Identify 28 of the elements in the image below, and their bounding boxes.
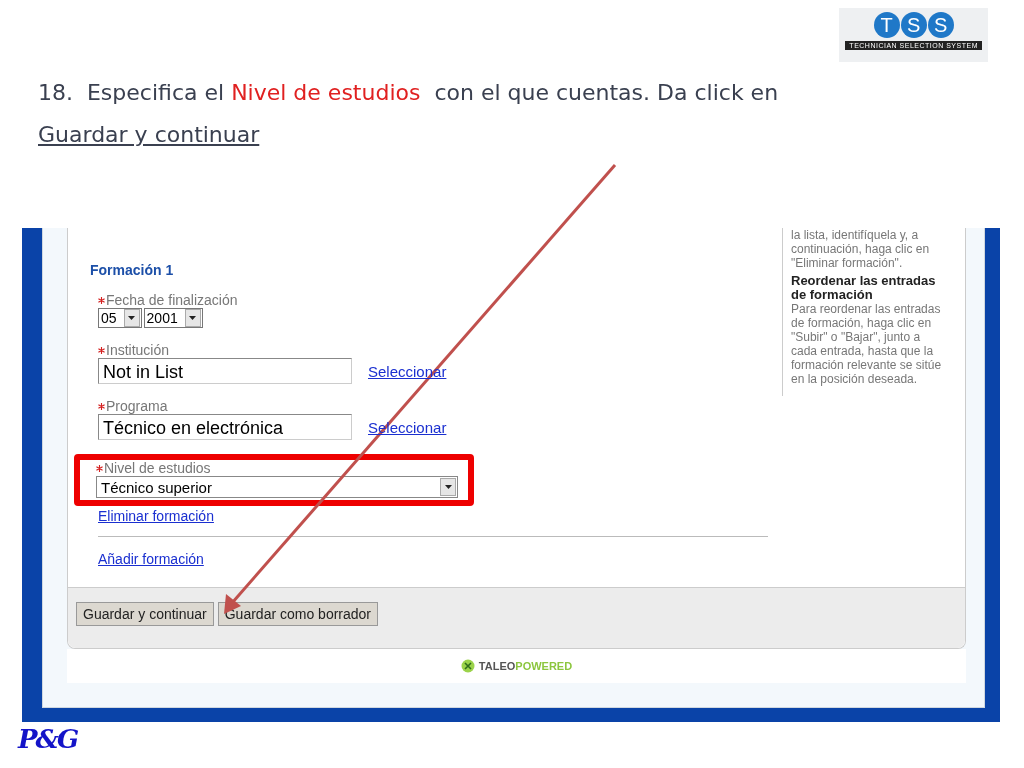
field-label: Programa: [106, 398, 168, 414]
logo-letter: S: [927, 12, 954, 38]
remove-link[interactable]: Eliminar formación: [98, 508, 214, 524]
level-dropdown[interactable]: Técnico superior: [96, 476, 458, 498]
year-dropdown[interactable]: 2001: [143, 308, 203, 328]
instruction-link[interactable]: Guardar y continuar: [38, 122, 260, 147]
help-text: la lista, identifíquela y, a continuación, haga clic en "Eliminar formación".: [791, 228, 931, 270]
caret-icon: [444, 485, 452, 489]
logo-letter: S: [900, 12, 927, 38]
field-label: Nivel de estudios: [104, 460, 211, 476]
form-button[interactable]: Guardar y continuar: [76, 602, 214, 626]
add-link[interactable]: Añadir formación: [98, 551, 204, 567]
field-label: Fecha de finalización: [106, 292, 238, 308]
text-field[interactable]: Técnico en electrónica: [98, 414, 352, 440]
help-text: Para reordenar las entradas de formación, haga clic en "Subir" o "Bajar", junto a cada entrada, hasta que la formación relevante se sitúe en la posición deseada.: [791, 302, 943, 386]
instruction-text: 18. Especifica el Nivel de estudios con el que cuentas. Da click en Guardar y continuar: [38, 79, 780, 149]
field-label: Institución: [106, 342, 170, 358]
pg-logo: P&G: [18, 724, 78, 754]
section-title: Formación 1: [90, 262, 174, 278]
caret-icon: [189, 316, 197, 320]
text-field[interactable]: Not in List: [98, 358, 352, 384]
caret-icon: [128, 316, 136, 320]
month-dropdown[interactable]: 05: [98, 308, 142, 328]
form-button[interactable]: Guardar como borrador: [217, 602, 379, 626]
taleo-icon: [460, 659, 475, 673]
powered-by-text: TALEOPOWERED: [478, 660, 573, 672]
logo-letter: T: [873, 12, 900, 38]
help-heading: Reordenar las entradas de formación: [791, 274, 937, 302]
